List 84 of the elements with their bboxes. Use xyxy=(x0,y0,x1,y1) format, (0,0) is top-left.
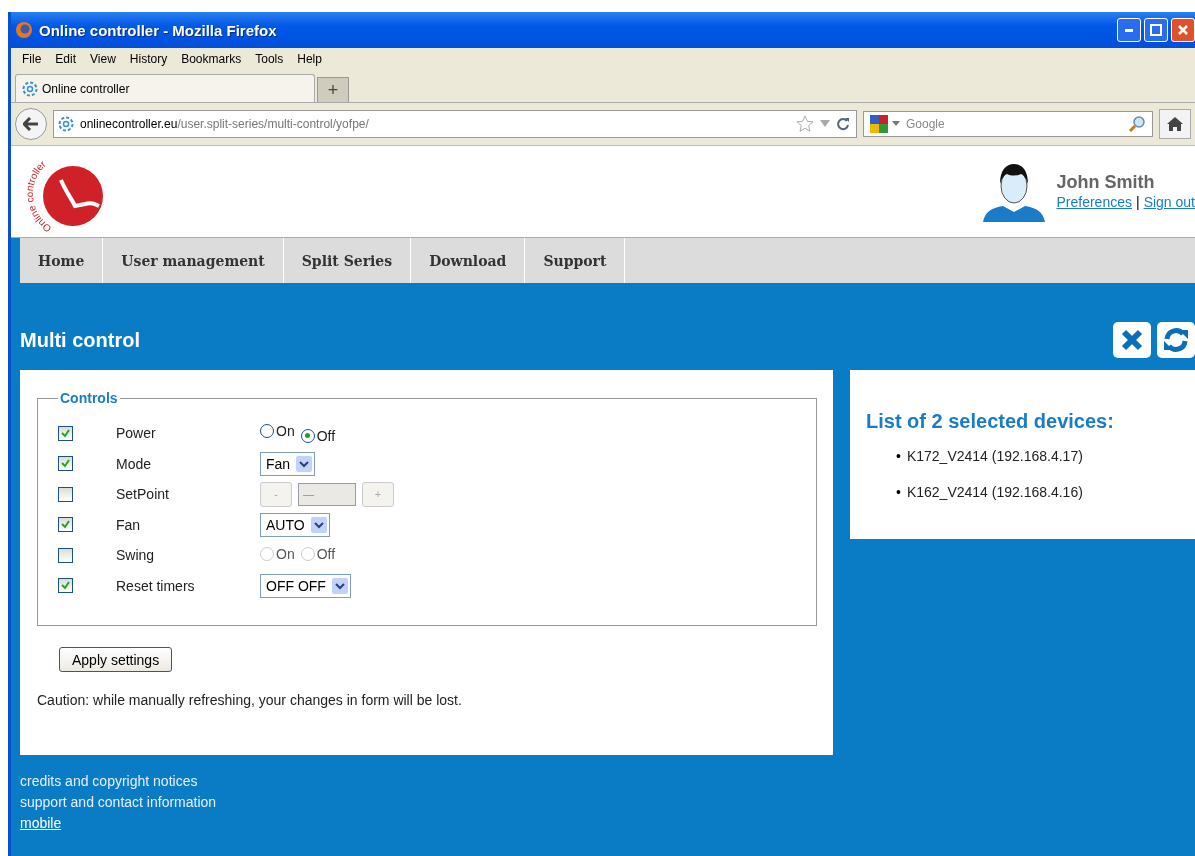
back-button[interactable] xyxy=(15,108,47,140)
sign-out-link[interactable]: Sign out xyxy=(1143,194,1195,210)
reload-icon[interactable] xyxy=(836,117,850,131)
dropdown-select[interactable]: AUTO xyxy=(260,512,330,537)
control-label: Swing xyxy=(116,547,156,564)
home-button[interactable] xyxy=(1159,109,1191,139)
browser-tab[interactable]: Online controller xyxy=(15,74,315,102)
dropdown-triangle-icon[interactable] xyxy=(892,121,900,127)
menu-item[interactable]: Tools xyxy=(248,52,291,66)
bullet: • xyxy=(896,483,901,501)
back-arrow-icon xyxy=(23,117,39,131)
radio-label: On xyxy=(276,423,295,439)
nav-item[interactable]: User management xyxy=(103,238,284,283)
close-button[interactable] xyxy=(1113,322,1151,358)
address-bar[interactable]: onlinecontroller.eu/user.split-series/multi-control/yofpe/ xyxy=(53,110,857,138)
menu-item[interactable]: View xyxy=(83,52,123,66)
close-icon xyxy=(1121,329,1143,351)
control-label: SetPoint xyxy=(116,486,170,503)
user-avatar-icon xyxy=(982,161,1045,222)
browser-logo-icon xyxy=(15,21,33,39)
control-label: Fan xyxy=(116,516,142,533)
menu-item[interactable]: File xyxy=(15,52,49,66)
radio-button[interactable] xyxy=(300,428,315,443)
radio-label: Off xyxy=(316,427,336,444)
caution-text: Caution: while manually refreshing, your changes in form will be lost. xyxy=(37,692,463,708)
menu-item[interactable]: Edit xyxy=(48,52,84,66)
checkbox[interactable] xyxy=(58,517,73,533)
check-icon xyxy=(61,459,70,469)
device-item: K172_V2414 (192.168.4.17) xyxy=(906,447,1083,465)
maximize-button[interactable] xyxy=(1144,18,1168,42)
refresh-button[interactable] xyxy=(1157,322,1195,358)
nav-item[interactable]: Download xyxy=(411,238,526,283)
search-input[interactable]: Google xyxy=(904,116,1124,132)
radio-button[interactable] xyxy=(260,424,274,438)
check-icon xyxy=(61,428,70,438)
user-name: John Smith xyxy=(1056,172,1156,193)
check-icon xyxy=(61,581,70,591)
close-button[interactable] xyxy=(1171,18,1195,42)
menu-item[interactable]: Help xyxy=(290,52,329,66)
page-title: Multi control xyxy=(20,328,140,352)
control-label: Mode xyxy=(116,455,153,472)
apply-settings-button[interactable]: Apply settings xyxy=(59,647,173,672)
fieldset-legend: Controls xyxy=(58,390,120,406)
maximize-icon xyxy=(1150,24,1162,36)
control-label: Power xyxy=(116,425,157,442)
footer-text: support and contact information xyxy=(20,794,218,810)
site-icon xyxy=(22,80,38,97)
checkbox[interactable] xyxy=(58,425,73,441)
footer-text: credits and copyright notices xyxy=(20,773,199,789)
device-item: K162_V2414 (192.168.4.16) xyxy=(906,483,1083,501)
radio-label: On xyxy=(276,546,295,563)
nav-item[interactable]: Split Series xyxy=(283,238,412,283)
dropdown-select[interactable]: OFF OFF xyxy=(260,573,351,598)
menu-item[interactable]: History xyxy=(122,52,175,66)
new-tab-button[interactable]: + xyxy=(317,77,349,102)
close-icon xyxy=(1177,24,1189,36)
minimize-icon xyxy=(1125,28,1133,32)
window-title: Online controller - Mozilla Firefox xyxy=(39,21,278,39)
star-icon[interactable] xyxy=(796,115,814,133)
mobile-link[interactable]: mobile xyxy=(20,815,62,831)
menu-item[interactable]: Bookmarks xyxy=(174,52,249,66)
check-icon xyxy=(61,520,70,530)
search-engine-icon xyxy=(870,115,888,133)
nav-item[interactable]: Home xyxy=(20,238,104,283)
home-icon xyxy=(1167,117,1183,131)
chevron-down-icon xyxy=(334,581,345,590)
dropdown-select[interactable]: Fan xyxy=(260,451,316,476)
search-icon[interactable] xyxy=(1128,115,1146,133)
url-text: onlinecontroller.eu/user.split-series/multi-control/yofpe/ xyxy=(80,117,369,131)
radio-label: Off xyxy=(316,546,336,563)
chevron-down-icon xyxy=(313,520,324,529)
checkbox[interactable] xyxy=(58,578,73,594)
site-icon xyxy=(58,116,74,132)
refresh-icon xyxy=(1163,328,1189,352)
chevron-down-icon xyxy=(299,459,310,468)
minimize-button[interactable] xyxy=(1117,18,1141,42)
search-field[interactable]: Google xyxy=(863,111,1153,137)
link-separator: | xyxy=(1136,194,1140,210)
devices-title: List of 2 selected devices: xyxy=(866,410,1115,433)
preferences-link[interactable]: Preferences xyxy=(1056,194,1132,210)
bullet: • xyxy=(896,447,901,465)
checkbox[interactable] xyxy=(58,456,73,472)
control-label: Reset timers xyxy=(116,577,196,594)
nav-item[interactable]: Support xyxy=(525,238,626,283)
